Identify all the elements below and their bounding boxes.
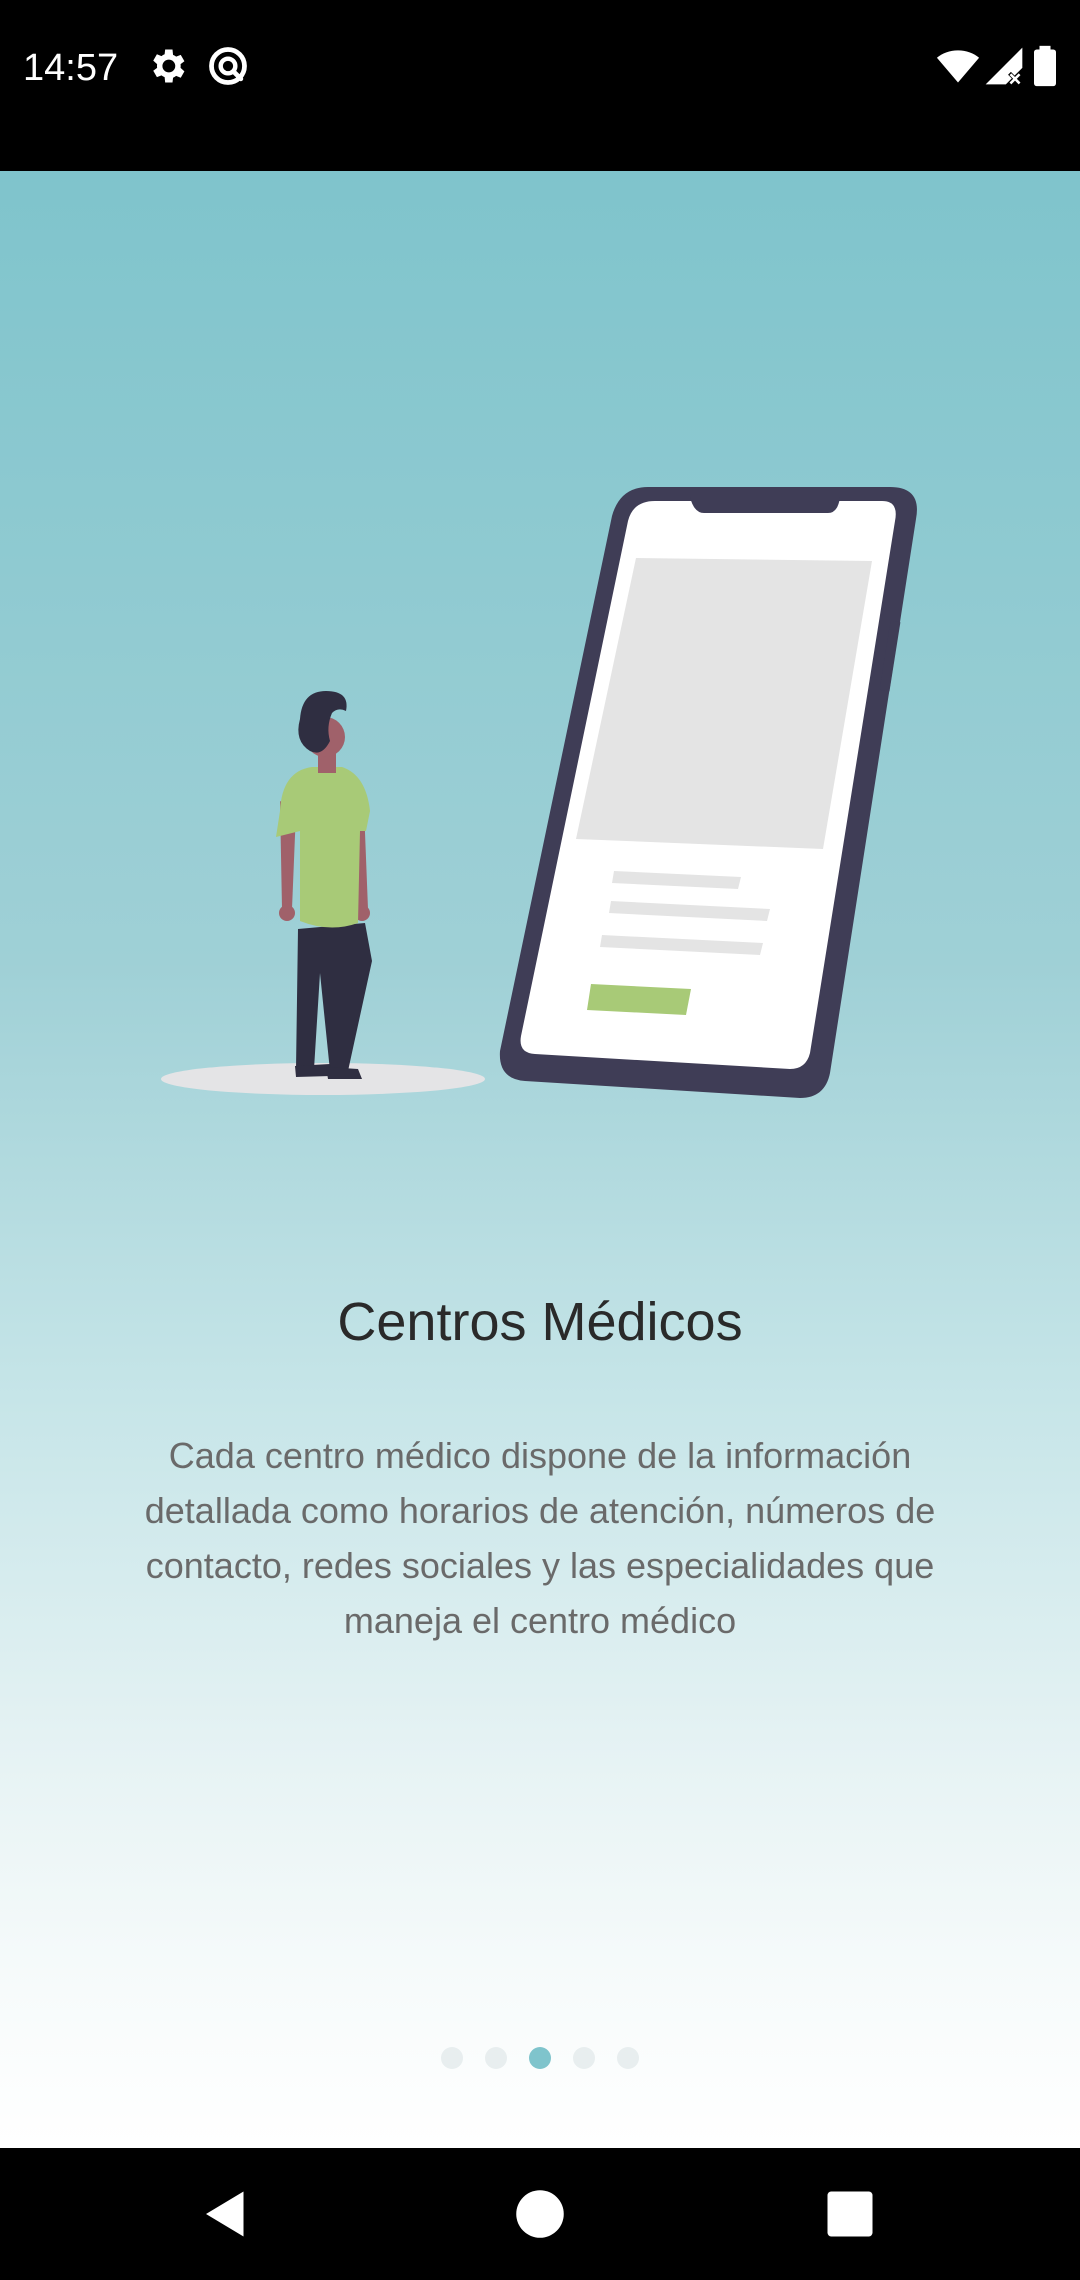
page-title: Centros Médicos: [337, 1292, 743, 1352]
screen: 14:57 Centros Médicos Cada centro médico…: [0, 0, 1080, 2280]
status-time: 14:57: [23, 47, 119, 89]
wifi-icon: [936, 50, 980, 83]
home-icon[interactable]: [510, 2184, 570, 2244]
page-dot-5[interactable]: [617, 2047, 639, 2069]
recents-icon[interactable]: [820, 2184, 880, 2244]
battery-icon: [1034, 45, 1056, 87]
onboarding-page[interactable]: Centros Médicos Cada centro médico dispo…: [0, 171, 1080, 2148]
page-description: Cada centro médico dispone de la informa…: [144, 1435, 936, 1641]
page-dot-4[interactable]: [573, 2047, 595, 2069]
cell-signal-icon: [985, 47, 1023, 86]
page-dot-3-active[interactable]: [529, 2047, 551, 2069]
settings-gear-icon: [153, 49, 185, 83]
sync-circle-icon: [209, 47, 247, 85]
illustration-person-phone: [161, 487, 917, 1098]
page-indicator: [0, 2047, 1080, 2071]
phone-illustration: [499, 487, 917, 1098]
navigation-bar: [0, 2148, 1080, 2280]
page-dot-1[interactable]: [441, 2047, 463, 2069]
person-illustration: [276, 691, 372, 1079]
status-bar: 14:57: [0, 0, 1080, 171]
back-icon[interactable]: [196, 2184, 256, 2244]
page-dot-2[interactable]: [485, 2047, 507, 2069]
